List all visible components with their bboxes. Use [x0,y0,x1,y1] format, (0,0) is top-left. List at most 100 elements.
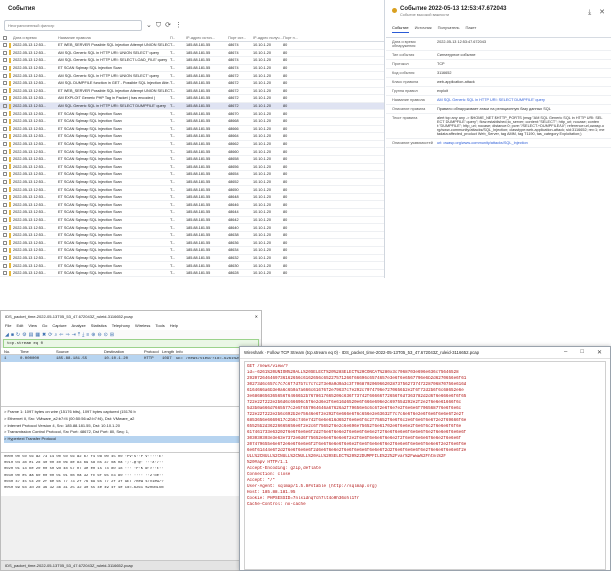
row-checkbox[interactable] [0,202,9,207]
open-icon[interactable]: ▤ [29,332,34,338]
stream-content[interactable]: GET /news/view/? id=-6261%20UNION%20ALL%2… [244,361,606,570]
table-row[interactable]: 2022-05-13 12:53...ET SCAN Sqlmap SQL In… [0,65,384,73]
row-checkbox[interactable] [0,149,9,154]
first-icon[interactable]: ⤒ [78,332,80,338]
row-checkbox[interactable] [0,179,9,184]
menu-item[interactable]: Wireless [135,323,150,328]
chevron-down-icon[interactable]: ⌄ [146,20,152,31]
menu-item[interactable]: Analyze [72,323,86,328]
column-header[interactable]: IP-адрес источ... [186,36,228,40]
tab-packet[interactable]: Пакет [466,25,477,33]
goto-icon[interactable]: ⇥ [72,332,76,338]
table-row[interactable]: 2022-05-13 12:53... AM SQL Generic SQL in… [0,72,384,80]
row-checkbox[interactable] [0,172,9,177]
shark-fin-icon[interactable]: ◢ [5,332,9,338]
column-header[interactable]: Название правила [58,36,170,40]
menu-item[interactable]: View [28,323,37,328]
close-icon[interactable]: ✕ [255,314,258,319]
row-checkbox[interactable] [0,217,9,222]
table-row[interactable]: 2022-05-13 12:53...ET SCAN Sqlmap SQL In… [0,270,384,278]
row-checkbox[interactable] [0,58,9,63]
row-checkbox[interactable] [0,195,9,200]
table-row[interactable]: 2022-05-13 12:53...ET SCAN Sqlmap SQL In… [0,156,384,164]
table-row[interactable]: 2022-05-13 12:53...ET SCAN Sqlmap SQL In… [0,247,384,255]
packet-row[interactable]: 1 0.000000 185.88.181.55 10.10.1.20 HTTP… [1,355,261,362]
column-header[interactable]: Source [56,349,104,354]
tab-event[interactable]: Событие [392,25,409,33]
protocol-tree-item[interactable]: > Hypertext Transfer Protocol [4,436,258,443]
protocol-tree-item[interactable]: > Transmission Control Protocol, Src Por… [4,429,258,436]
table-row[interactable]: 2022-05-13 12:53...ET SCAN Sqlmap SQL In… [0,133,384,141]
protocol-tree-item[interactable]: > Internet Protocol Version 4, Src: 185.… [4,423,258,430]
display-filter-input[interactable]: tcp.stream eq 0 [3,339,259,348]
resize-columns-icon[interactable]: ⊞ [110,332,114,338]
table-row[interactable]: 2022-05-13 12:53...ET SCAN Sqlmap SQL In… [0,201,384,210]
zoom-in-icon[interactable]: ⊕ [91,332,95,338]
row-checkbox[interactable] [0,104,9,109]
menu-item[interactable]: Help [170,323,178,328]
row-checkbox[interactable] [0,88,9,93]
row-checkbox[interactable] [0,233,9,238]
table-row[interactable]: 2022-05-13 12:53...ET SCAN Sqlmap SQL In… [0,171,384,179]
menu-item[interactable]: Go [42,323,47,328]
menu-item[interactable]: Capture [52,323,66,328]
table-row[interactable]: 2022-05-13 12:53...ET SCAN Sqlmap SQL In… [0,118,384,126]
column-header[interactable]: П.. [170,36,186,40]
table-row[interactable]: 2022-05-13 12:53...ET SCAN Sqlmap SQL In… [0,209,384,217]
download-icon[interactable]: ⤓ [588,9,591,16]
search-icon[interactable]: ⌕ [54,332,57,338]
table-row[interactable]: 2022-05-13 12:53...ET SCAN Sqlmap SQL In… [0,126,384,134]
row-checkbox[interactable] [0,142,9,147]
column-header[interactable]: Time [20,349,56,354]
zoom-out-icon[interactable]: ⊖ [97,332,101,338]
maximize-icon[interactable]: □ [580,349,584,356]
table-row[interactable]: 2022-05-13 12:53... AM SQL Generic SQL in… [0,50,384,58]
row-checkbox[interactable] [0,164,9,169]
table-row[interactable]: 2022-05-13 12:53... AM SQL Generic SQL in… [0,102,384,111]
column-header[interactable]: Дата и время [13,36,58,40]
table-row[interactable]: 2022-05-13 12:53...ET SCAN Sqlmap SQL In… [0,277,384,278]
table-row[interactable]: 2022-05-13 12:53...ET SCAN Sqlmap SQL In… [0,217,384,225]
column-header[interactable]: Порт ист... [228,36,253,40]
menu-item[interactable]: File [5,323,11,328]
row-checkbox[interactable] [0,225,9,230]
table-row[interactable]: 2022-05-13 12:53... ET WEB_SERVER Possibl… [0,88,384,96]
table-row[interactable]: 2022-05-13 12:53...ET SCAN Sqlmap SQL In… [0,262,384,270]
columns-icon[interactable]: ⋮ [175,20,182,31]
stop-icon[interactable]: ■ [11,332,14,338]
row-checkbox[interactable] [0,240,9,245]
column-header[interactable]: Length [162,349,176,354]
column-header[interactable]: Protocol [144,349,162,354]
row-checkbox[interactable] [0,96,9,101]
menu-item[interactable]: Tools [155,323,164,328]
row-checkbox[interactable] [0,50,9,55]
row-checkbox[interactable] [0,81,9,86]
table-row[interactable]: 2022-05-13 12:53... AM SQL DUMPFILE funct… [0,80,384,88]
protocol-tree-item[interactable]: > Ethernet II, Src: VMware_a2:b7:f4 (00:… [4,416,258,423]
table-row[interactable]: 2022-05-13 12:53...ET SCAN Sqlmap SQL In… [0,110,384,118]
table-row[interactable]: 2022-05-13 12:53...ET SCAN Sqlmap SQL In… [0,148,384,156]
row-checkbox[interactable] [0,263,9,268]
close-icon[interactable]: ✕ [597,349,602,356]
settings-icon[interactable]: ⚙ [22,332,26,338]
menu-item[interactable]: Edit [16,323,23,328]
field-value[interactable]: url: owasp.org/www-community/attacks/SQL… [437,141,528,145]
tab-destination[interactable]: Получатель [438,25,460,33]
table-row[interactable]: 2022-05-13 12:53...ET SCAN Sqlmap SQL In… [0,224,384,232]
protocol-tree-item[interactable]: > Frame 1: 1097 bytes on wire (15176 bit… [4,409,258,416]
row-checkbox[interactable] [0,187,9,192]
forward-icon[interactable]: ⇒ [65,332,69,338]
minimize-icon[interactable]: – [564,349,567,356]
back-icon[interactable]: ⇐ [59,332,63,338]
row-checkbox[interactable] [0,271,9,276]
column-header[interactable]: No. [4,349,20,354]
table-row[interactable]: 2022-05-13 12:53... AM EXPLOIT Generic PH… [0,95,384,103]
row-checkbox[interactable] [0,119,9,124]
tab-source[interactable]: Источник [415,25,432,33]
field-value[interactable]: AM SQL Generic SQL in HTTP URI: SELECT D… [437,98,545,102]
last-icon[interactable]: ⤓ [82,332,84,338]
table-row[interactable]: 2022-05-13 12:53...ET SCAN Sqlmap SQL In… [0,232,384,240]
row-checkbox[interactable] [0,210,9,215]
row-checkbox[interactable] [0,66,9,71]
table-row[interactable]: 2022-05-13 12:53...ET SCAN Sqlmap SQL In… [0,179,384,187]
